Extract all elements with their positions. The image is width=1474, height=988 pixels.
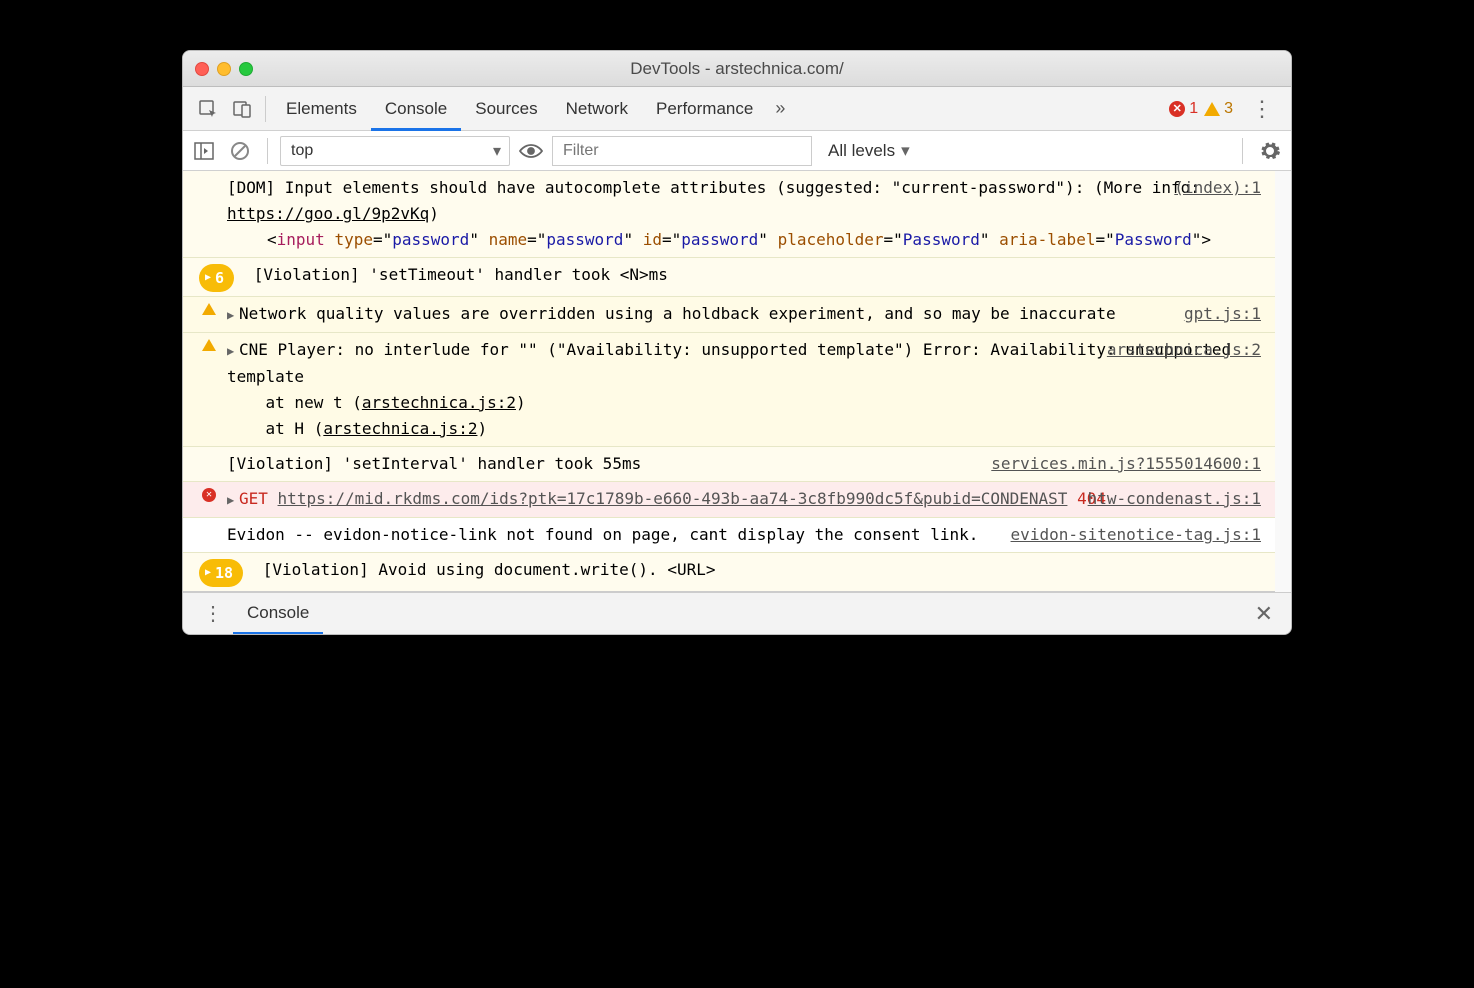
log-text: [Violation] Avoid using document.write()…	[263, 560, 716, 579]
inspect-element-icon[interactable]	[195, 96, 221, 122]
expand-group-pill[interactable]: 18	[199, 559, 243, 587]
source-link[interactable]: evidon-sitenotice-tag.js:1	[1011, 522, 1261, 548]
titlebar: DevTools - arstechnica.com/	[183, 51, 1291, 87]
context-value: top	[291, 142, 313, 160]
panel-tabs: Elements Console Sources Network Perform…	[272, 87, 1169, 131]
warning-icon	[1204, 102, 1220, 116]
tab-elements[interactable]: Elements	[272, 87, 371, 131]
warning-count: 3	[1224, 100, 1233, 118]
error-icon: ✕	[1169, 101, 1185, 117]
source-link[interactable]: services.min.js?1555014600:1	[991, 451, 1261, 477]
tab-sources[interactable]: Sources	[461, 87, 551, 131]
levels-value: All levels	[828, 141, 895, 161]
separator	[265, 96, 266, 122]
log-row-violation[interactable]: services.min.js?1555014600:1 [Violation]…	[183, 447, 1275, 482]
clear-console-icon[interactable]	[225, 136, 255, 166]
warning-icon	[202, 339, 216, 351]
disclosure-icon[interactable]: ▶	[227, 302, 237, 328]
drawer-menu-icon[interactable]: ⋮	[193, 601, 233, 626]
log-row-verbose[interactable]: (index):1 [DOM] Input elements should ha…	[183, 171, 1275, 258]
log-row-error[interactable]: ✕ htw-condenast.js:1 ▶GET https://mid.rk…	[183, 482, 1275, 518]
log-row-warning[interactable]: gpt.js:1 ▶Network quality values are ove…	[183, 297, 1275, 333]
source-link[interactable]: htw-condenast.js:1	[1088, 486, 1261, 512]
settings-menu-button[interactable]: ⋮	[1241, 96, 1283, 122]
source-link[interactable]: (index):1	[1174, 175, 1261, 201]
log-row-violation[interactable]: 6 [Violation] 'setTimeout' handler took …	[183, 258, 1275, 297]
log-levels-select[interactable]: All levels	[818, 136, 930, 166]
disclosure-icon[interactable]: ▶	[227, 487, 237, 513]
window-title: DevTools - arstechnica.com/	[183, 59, 1291, 79]
error-count: 1	[1189, 100, 1198, 118]
console-log-area: (index):1 [DOM] Input elements should ha…	[183, 171, 1275, 592]
log-text: [Violation] 'setTimeout' handler took <N…	[254, 265, 668, 284]
console-settings-icon[interactable]	[1255, 136, 1285, 166]
log-text: CNE Player: no interlude for "" ("Availa…	[227, 340, 1231, 386]
separator	[267, 138, 268, 164]
scrollbar[interactable]	[1275, 171, 1291, 592]
device-toolbar-icon[interactable]	[229, 96, 255, 122]
status-badges[interactable]: ✕ 1 3	[1169, 100, 1233, 118]
warning-icon	[202, 303, 216, 315]
disclosure-icon[interactable]: ▶	[227, 338, 237, 364]
log-text: Network quality values are overridden us…	[239, 304, 1116, 323]
tab-performance[interactable]: Performance	[642, 87, 767, 131]
console-toolbar: top All levels	[183, 131, 1291, 171]
drawer: ⋮ Console ✕	[183, 592, 1291, 634]
devtools-window: DevTools - arstechnica.com/ Elements Con…	[182, 50, 1292, 635]
warning-count-badge[interactable]: 3	[1204, 100, 1233, 118]
expand-group-pill[interactable]: 6	[199, 264, 234, 292]
filter-input[interactable]	[552, 136, 812, 166]
tab-console[interactable]: Console	[371, 87, 461, 131]
more-tabs-button[interactable]: »	[767, 98, 793, 119]
stack-link[interactable]: arstechnica.js:2	[323, 419, 477, 438]
separator	[1242, 138, 1243, 164]
log-row-warning[interactable]: arstechnica.js:2 ▶CNE Player: no interlu…	[183, 333, 1275, 447]
execution-context-select[interactable]: top	[280, 136, 510, 166]
source-link[interactable]: arstechnica.js:2	[1107, 337, 1261, 363]
error-count-badge[interactable]: ✕ 1	[1169, 100, 1198, 118]
log-text: [Violation] 'setInterval' handler took 5…	[227, 454, 641, 473]
log-text: Evidon -- evidon-notice-link not found o…	[227, 525, 978, 544]
panel-tabbar: Elements Console Sources Network Perform…	[183, 87, 1291, 131]
element-preview[interactable]: <input type="password" name="password" i…	[227, 227, 1259, 253]
live-expression-icon[interactable]	[516, 136, 546, 166]
stack-link[interactable]: arstechnica.js:2	[362, 393, 516, 412]
info-link[interactable]: https://goo.gl/9p2vKq	[227, 204, 429, 223]
toggle-sidebar-icon[interactable]	[189, 136, 219, 166]
log-text: [DOM] Input elements should have autocom…	[227, 178, 1200, 223]
drawer-tab-console[interactable]: Console	[233, 593, 323, 635]
source-link[interactable]: gpt.js:1	[1184, 301, 1261, 327]
log-row-violation[interactable]: 18 [Violation] Avoid using document.writ…	[183, 553, 1275, 592]
error-icon: ✕	[202, 488, 216, 502]
close-drawer-icon[interactable]: ✕	[1247, 601, 1281, 627]
http-method: GET	[239, 489, 268, 508]
tab-network[interactable]: Network	[552, 87, 642, 131]
request-url[interactable]: https://mid.rkdms.com/ids?ptk=17c1789b-e…	[278, 489, 1068, 508]
log-row-info[interactable]: evidon-sitenotice-tag.js:1 Evidon -- evi…	[183, 518, 1275, 553]
